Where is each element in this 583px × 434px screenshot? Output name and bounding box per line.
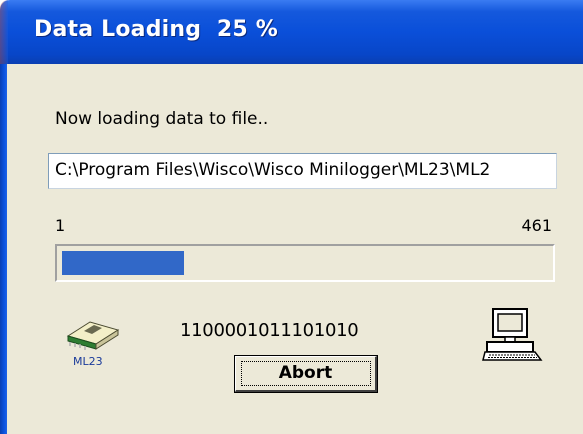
computer-icon (482, 308, 543, 361)
range-end-label: 461 (521, 216, 552, 235)
file-path-text: C:\Program Files\Wisco\Wisco Minilogger\… (55, 160, 491, 180)
logger-device-icon (66, 321, 120, 350)
title-bar-edge (0, 0, 8, 64)
progress-bar (55, 244, 555, 282)
status-label: Now loading data to file.. (55, 109, 269, 129)
title-bar[interactable]: Data Loading 25 % (0, 0, 583, 64)
dialog-body: Now loading data to file.. C:\Program Fi… (7, 64, 583, 434)
window-title: Data Loading 25 % (34, 17, 279, 42)
file-path-field: C:\Program Files\Wisco\Wisco Minilogger\… (48, 153, 557, 189)
data-loading-window: Data Loading 25 % Now loading data to fi… (0, 0, 583, 434)
abort-button-label: Abort (278, 363, 333, 383)
abort-button[interactable]: Abort (234, 355, 378, 393)
progress-fill (62, 251, 184, 275)
device-label: ML23 (73, 355, 103, 368)
bit-pattern-readout: 1100001011101010 (180, 320, 359, 341)
window-left-border (0, 64, 7, 434)
range-start-label: 1 (55, 216, 66, 235)
